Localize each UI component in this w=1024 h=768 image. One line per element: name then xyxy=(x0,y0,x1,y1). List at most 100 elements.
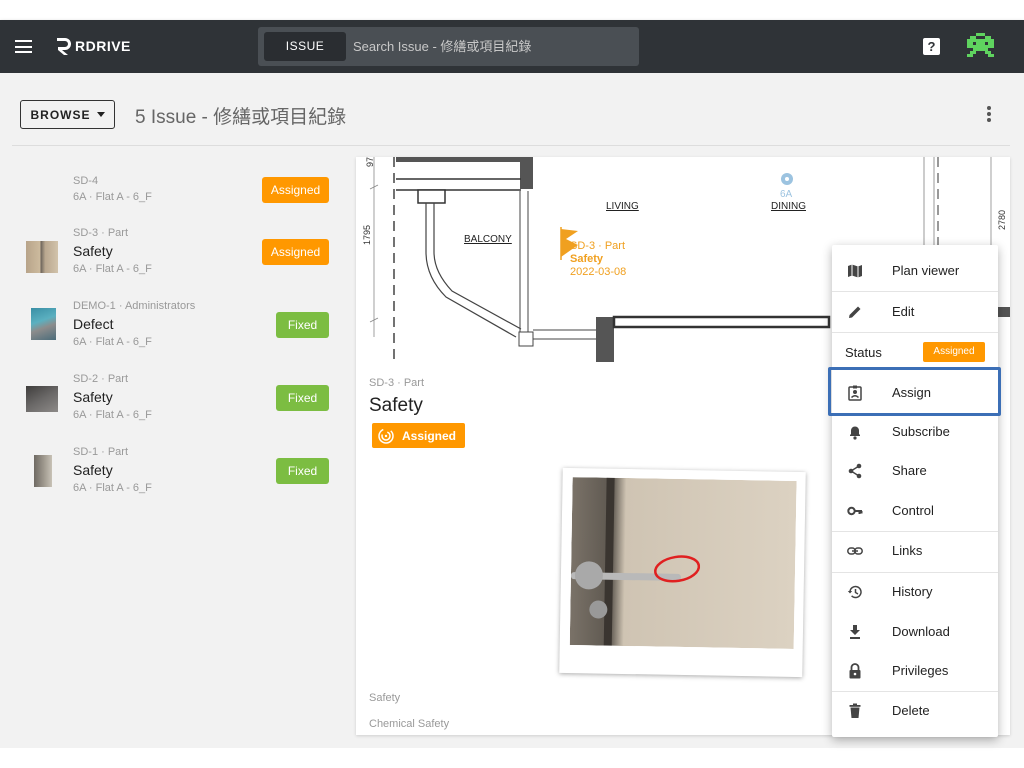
photo-image xyxy=(569,477,797,649)
unit-label: 6A xyxy=(780,189,793,200)
status-badge: Fixed xyxy=(276,458,329,484)
menu-status-label: Status xyxy=(845,345,882,360)
issue-photo[interactable] xyxy=(559,467,806,678)
menu-item-plan-viewer[interactable]: Plan viewer xyxy=(832,251,998,291)
list-item[interactable]: SD-2 · Part Safety 6A · Flat A - 6_F Fix… xyxy=(0,373,345,439)
menu-item-share[interactable]: Share xyxy=(832,451,998,491)
detail-status-label: Assigned xyxy=(402,428,457,443)
issue-code: SD-2 · Part xyxy=(73,373,129,385)
help-icon[interactable]: ? xyxy=(923,38,940,55)
search-type-chip[interactable]: ISSUE xyxy=(264,32,346,61)
caret-down-icon xyxy=(96,112,105,117)
issue-code: SD-4 xyxy=(73,175,99,187)
issue-thumbnail xyxy=(34,455,52,487)
detail-code: SD-3 · Part xyxy=(369,377,425,389)
assignment-ind-icon xyxy=(848,385,862,401)
menu-item-subscribe[interactable]: Subscribe xyxy=(832,412,998,452)
share-icon xyxy=(848,463,862,479)
download-icon xyxy=(850,625,860,639)
menu-item-links[interactable]: Links xyxy=(832,531,998,571)
menu-label: Subscribe xyxy=(892,424,950,439)
browse-label: BROWSE xyxy=(30,107,91,122)
menu-label: Assign xyxy=(892,385,932,400)
menu-item-delete[interactable]: Delete xyxy=(832,691,998,731)
avatar[interactable] xyxy=(967,33,994,60)
issue-code: SD-3 · Part xyxy=(73,227,129,239)
issue-title: Defect xyxy=(73,316,114,332)
search-bar: ISSUE xyxy=(258,27,639,66)
room-label-living: LIVING xyxy=(606,201,639,212)
plan-marker-title[interactable]: Safety xyxy=(570,253,603,265)
app-bar: RDRIVE ISSUE ? xyxy=(0,20,1024,73)
pencil-icon xyxy=(849,306,861,318)
room-label-balcony: BALCONY xyxy=(464,234,512,245)
dimension-label: 97 xyxy=(365,157,375,167)
detail-status-badge[interactable]: Assigned xyxy=(372,423,465,448)
menu-item-privileges[interactable]: Privileges xyxy=(832,651,998,691)
issue-subcategory: Chemical Safety xyxy=(369,718,450,730)
link-icon xyxy=(847,547,863,555)
issue-code: DEMO-1 · Administrators xyxy=(73,300,196,312)
more-vert-icon[interactable] xyxy=(985,106,993,124)
menu-label: Control xyxy=(892,503,934,518)
brand-name: RDRIVE xyxy=(75,38,131,54)
menu-label: Share xyxy=(892,463,927,478)
menu-label: Delete xyxy=(892,703,930,718)
header-divider xyxy=(12,145,1010,146)
menu-divider xyxy=(832,332,998,333)
browse-button[interactable]: BROWSE xyxy=(20,100,115,129)
menu-label: History xyxy=(892,584,933,599)
status-badge: Assigned xyxy=(262,239,329,265)
menu-label: Links xyxy=(892,543,923,558)
plan-marker-date: 2022-03-08 xyxy=(570,266,627,278)
menu-status-badge[interactable]: Assigned xyxy=(923,342,985,362)
trash-icon xyxy=(849,703,861,718)
menu-icon[interactable] xyxy=(15,40,32,53)
issue-category: Safety xyxy=(369,692,401,704)
room-label-dining: DINING xyxy=(771,201,806,212)
menu-item-download[interactable]: Download xyxy=(832,612,998,652)
issue-title: Safety xyxy=(73,389,113,405)
bell-icon xyxy=(850,426,860,440)
issue-code: SD-1 · Part xyxy=(73,446,129,458)
list-item[interactable]: SD-3 · Part Safety 6A · Flat A - 6_F Ass… xyxy=(0,227,345,293)
status-badge: Assigned xyxy=(262,177,329,203)
key-icon xyxy=(847,506,863,516)
status-badge: Fixed xyxy=(276,312,329,338)
assigned-status-icon xyxy=(378,427,394,444)
status-badge: Fixed xyxy=(276,385,329,411)
context-menu: Plan viewer Edit Status Assigned Assign … xyxy=(832,245,998,737)
menu-item-control[interactable]: Control xyxy=(832,491,998,531)
menu-item-edit[interactable]: Edit xyxy=(832,292,998,332)
menu-label: Privileges xyxy=(892,663,949,678)
issue-location: 6A · Flat A - 6_F xyxy=(73,191,152,203)
issue-location: 6A · Flat A - 6_F xyxy=(73,336,152,348)
dimension-label: 1795 xyxy=(362,224,372,245)
search-input[interactable] xyxy=(353,32,633,61)
page-title: 5 Issue - 修繕或項目紀錄 xyxy=(135,107,347,128)
map-icon xyxy=(848,264,862,278)
issue-location: 6A · Flat A - 6_F xyxy=(73,409,152,421)
issue-thumbnail xyxy=(31,308,56,340)
issue-thumbnail xyxy=(26,386,58,412)
issue-location: 6A · Flat A - 6_F xyxy=(73,263,152,275)
dimension-label: 2780 xyxy=(997,209,1007,230)
issue-title: Safety xyxy=(73,243,113,259)
rdrive-logo-icon xyxy=(57,38,71,55)
issue-thumbnail xyxy=(26,241,58,273)
top-margin xyxy=(0,0,1024,20)
detail-title: Safety xyxy=(369,395,423,416)
list-item[interactable]: DEMO-1 · Administrators Defect 6A · Flat… xyxy=(0,300,345,366)
menu-item-history[interactable]: History xyxy=(832,572,998,612)
list-item[interactable]: SD-1 · Part Safety 6A · Flat A - 6_F Fix… xyxy=(0,446,345,512)
lock-icon xyxy=(849,663,861,679)
menu-label: Plan viewer xyxy=(892,263,960,278)
issue-title: Safety xyxy=(73,462,113,478)
history-icon xyxy=(847,585,862,599)
issue-location: 6A · Flat A - 6_F xyxy=(73,482,152,494)
brand-logo[interactable]: RDRIVE xyxy=(55,35,131,57)
plan-marker-code[interactable]: SD-3 · Part xyxy=(570,240,625,252)
menu-item-assign[interactable]: Assign xyxy=(832,373,998,413)
menu-label: Download xyxy=(892,624,950,639)
menu-label: Edit xyxy=(892,304,915,319)
